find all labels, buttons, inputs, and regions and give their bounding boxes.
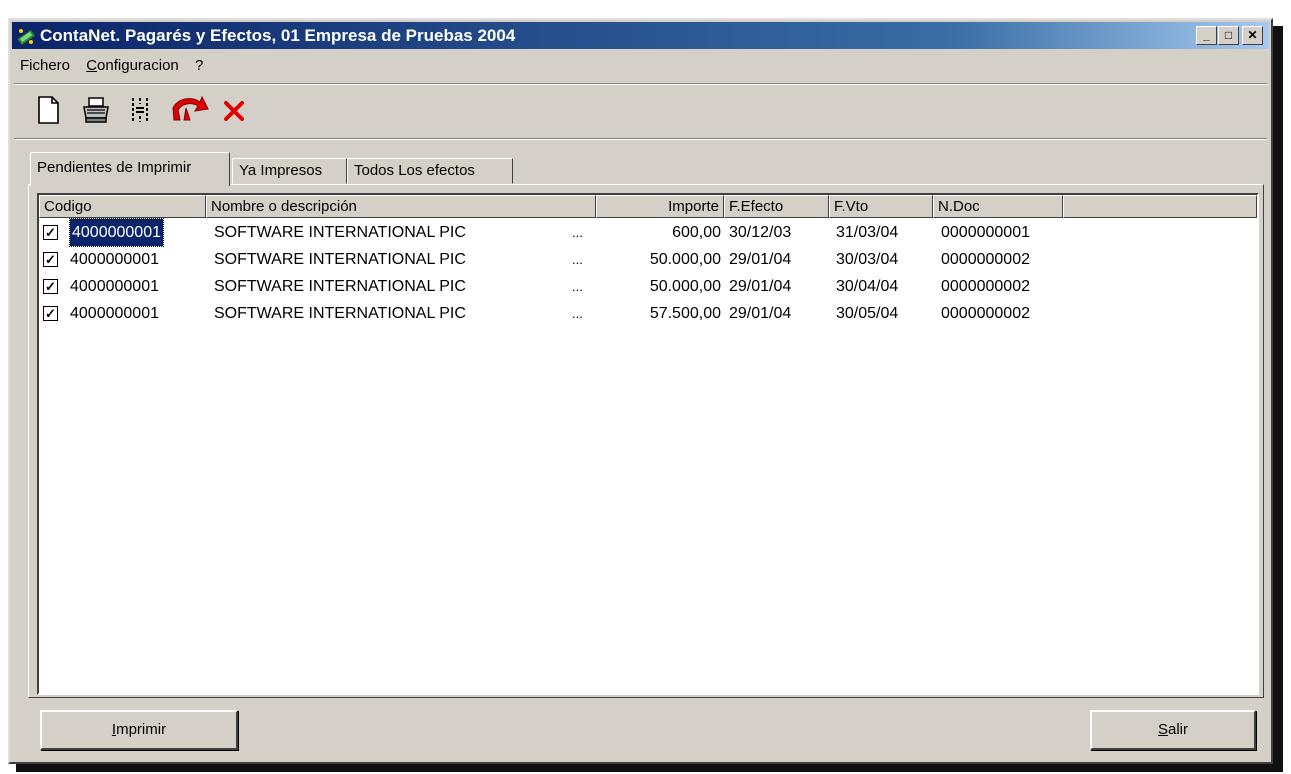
cell-f-vto: 30/03/04 <box>836 251 899 268</box>
menu-configuracion-label: onfiguracion <box>97 57 179 74</box>
cell-more[interactable]: ... <box>572 300 583 327</box>
cell-nombre: SOFTWARE INTERNATIONAL PIC <box>214 305 466 322</box>
cell-f-efecto: 29/01/04 <box>729 251 792 268</box>
cell-codigo: 4000000001 <box>69 218 164 247</box>
cell-n-doc: 0000000002 <box>941 278 1030 295</box>
cell-codigo: 4000000001 <box>70 305 159 322</box>
check-icon: ✓ <box>45 225 56 240</box>
cell-nombre: SOFTWARE INTERNATIONAL PIC <box>214 224 466 241</box>
cell-f-vto: 31/03/04 <box>836 224 899 241</box>
cell-f-vto: 30/04/04 <box>836 278 899 295</box>
cell-codigo: 4000000001 <box>70 278 159 295</box>
tab-todos-label: Todos Los efectos <box>354 162 475 179</box>
menu-separator <box>14 83 1267 85</box>
menu-configuracion-accel: C <box>86 57 98 74</box>
cell-nombre: SOFTWARE INTERNATIONAL PIC <box>214 278 466 295</box>
col-f-efecto[interactable]: F.Efecto <box>724 195 829 218</box>
minimize-button[interactable]: _ <box>1196 26 1217 45</box>
row-checkbox[interactable]: ✓ <box>43 252 58 267</box>
col-n-doc[interactable]: N.Doc <box>933 195 1063 218</box>
minimize-icon: _ <box>1203 28 1210 42</box>
menu-bar: Fichero Configuracion ? <box>14 53 209 79</box>
menu-fichero-label: Fichero <box>20 57 71 74</box>
delete-icon[interactable] <box>218 94 250 126</box>
cell-f-efecto: 30/12/03 <box>729 224 792 241</box>
title-bar[interactable]: ContaNet. Pagarés y Efectos, 01 Empresa … <box>12 22 1269 49</box>
col-codigo[interactable]: Codigo <box>39 195 206 218</box>
tab-ya-impresos-label: Ya Impresos <box>239 162 323 179</box>
menu-help[interactable]: ? <box>189 53 209 79</box>
tab-panel: Codigo Nombre o descripción Importe F.Ef… <box>28 184 1264 698</box>
row-checkbox[interactable]: ✓ <box>43 225 58 240</box>
imprimir-label: mprimir <box>116 721 167 738</box>
cell-n-doc: 0000000002 <box>941 251 1030 268</box>
app-icon <box>17 29 35 45</box>
export-arrow-icon[interactable] <box>170 94 210 126</box>
cell-importe: 50.000,00 <box>649 251 721 268</box>
cell-n-doc: 0000000002 <box>941 305 1030 322</box>
check-icon: ✓ <box>45 306 56 321</box>
col-f-vto[interactable]: F.Vto <box>829 195 933 218</box>
main-window: ContaNet. Pagarés y Efectos, 01 Empresa … <box>8 18 1273 764</box>
print-icon[interactable] <box>80 94 112 126</box>
check-icon: ✓ <box>45 252 56 267</box>
cell-nombre: SOFTWARE INTERNATIONAL PIC <box>214 251 466 268</box>
col-importe[interactable]: Importe <box>596 195 724 218</box>
menu-configuracion[interactable]: Configuracion <box>80 53 185 79</box>
window-title: ContaNet. Pagarés y Efectos, 01 Empresa … <box>40 26 516 45</box>
close-button[interactable]: ✕ <box>1242 26 1263 45</box>
col-n-doc-label: N.Doc <box>938 198 980 215</box>
tab-pendientes[interactable]: Pendientes de Imprimir <box>30 152 230 186</box>
toolbar-separator <box>14 138 1267 140</box>
col-f-vto-label: F.Vto <box>834 198 869 215</box>
cell-importe: 600,00 <box>672 224 721 241</box>
close-icon: ✕ <box>1247 28 1258 42</box>
tab-todos[interactable]: Todos Los efectos <box>347 158 513 184</box>
cell-n-doc: 0000000001 <box>941 224 1030 241</box>
row-checkbox[interactable]: ✓ <box>43 306 58 321</box>
maximize-button[interactable]: □ <box>1218 26 1239 45</box>
efectos-list[interactable]: Codigo Nombre o descripción Importe F.Ef… <box>37 193 1259 695</box>
menu-help-label: ? <box>194 57 204 74</box>
tab-ya-impresos[interactable]: Ya Impresos <box>232 158 347 184</box>
cell-f-vto: 30/05/04 <box>836 305 899 322</box>
col-empty[interactable] <box>1063 195 1257 218</box>
columns-icon[interactable] <box>124 94 156 126</box>
imprimir-button[interactable]: Imprimir <box>40 710 238 750</box>
maximize-icon: □ <box>1224 28 1233 42</box>
cell-more[interactable]: ... <box>572 219 583 246</box>
cell-f-efecto: 29/01/04 <box>729 278 792 295</box>
menu-fichero[interactable]: Fichero <box>14 53 76 79</box>
col-codigo-label: Codigo <box>44 198 92 215</box>
table-row[interactable]: ✓ 4000000001 SOFTWARE INTERNATIONAL PIC … <box>39 300 1257 327</box>
new-document-icon[interactable] <box>32 94 64 126</box>
cell-more[interactable]: ... <box>572 246 583 273</box>
col-nombre[interactable]: Nombre o descripción <box>206 195 596 218</box>
cell-f-efecto: 29/01/04 <box>729 305 792 322</box>
cell-more[interactable]: ... <box>572 273 583 300</box>
table-row[interactable]: ✓ 4000000001 SOFTWARE INTERNATIONAL PIC … <box>39 273 1257 300</box>
salir-button[interactable]: Salir <box>1090 710 1256 750</box>
col-f-efecto-label: F.Efecto <box>729 198 784 215</box>
cell-importe: 50.000,00 <box>649 278 721 295</box>
check-icon: ✓ <box>45 279 56 294</box>
table-row[interactable]: ✓ 4000000001 SOFTWARE INTERNATIONAL PIC … <box>39 246 1257 273</box>
tab-pendientes-label: Pendientes de Imprimir <box>37 159 192 176</box>
table-row[interactable]: ✓ 4000000001 SOFTWARE INTERNATIONAL PIC … <box>39 218 1257 247</box>
col-importe-label: Importe <box>668 198 719 215</box>
list-header: Codigo Nombre o descripción Importe F.Ef… <box>39 195 1257 218</box>
cell-codigo: 4000000001 <box>70 251 159 268</box>
cell-importe: 57.500,00 <box>649 305 721 322</box>
row-checkbox[interactable]: ✓ <box>43 279 58 294</box>
col-nombre-label: Nombre o descripción <box>211 198 357 215</box>
salir-accel: S <box>1157 721 1168 738</box>
salir-label: alir <box>1168 721 1189 738</box>
